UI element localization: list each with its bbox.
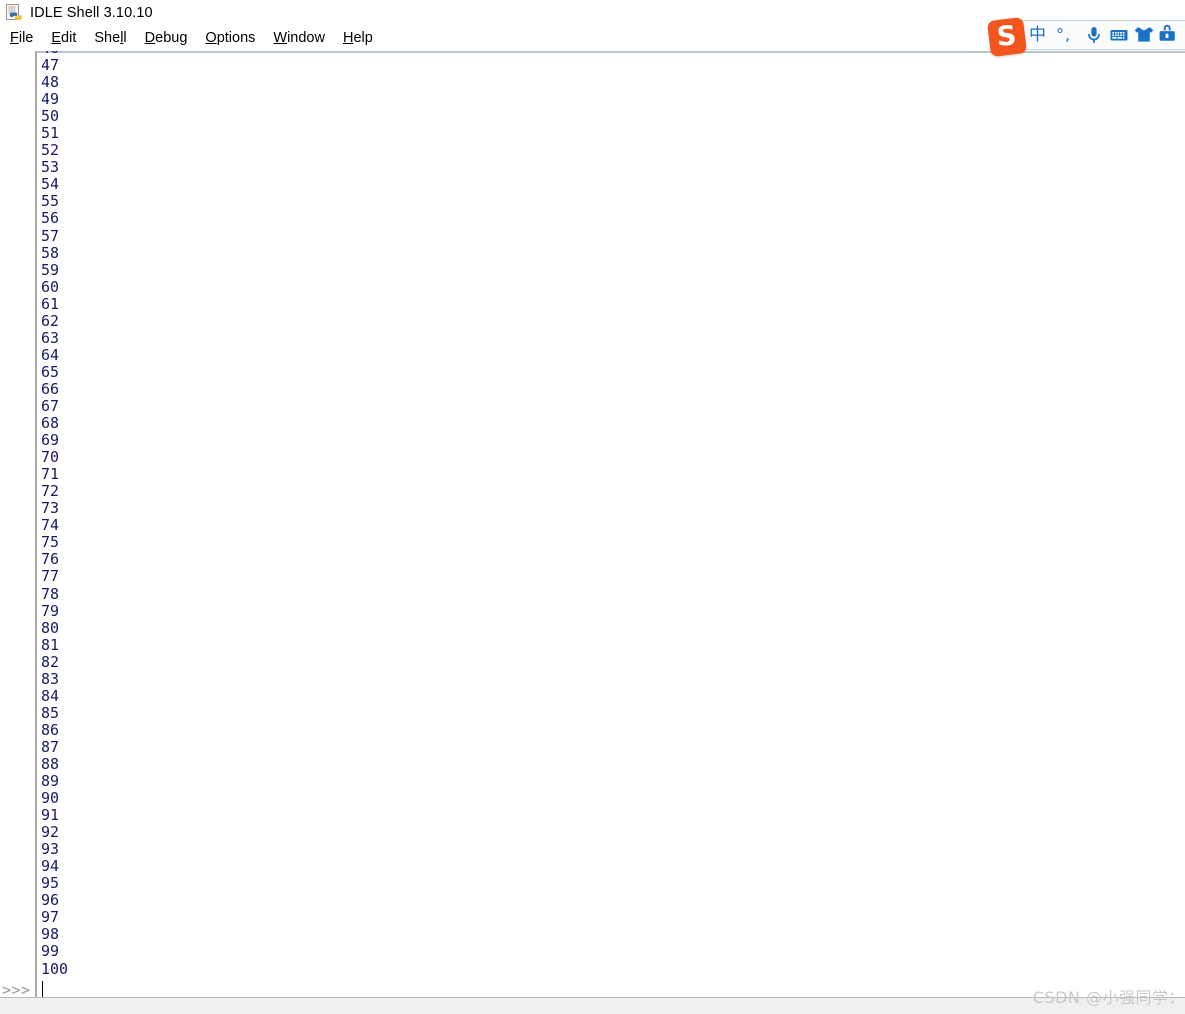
shell-output-line: 63: [41, 328, 60, 347]
python-file-icon: [5, 4, 23, 22]
shell-output-line: 88: [41, 754, 60, 773]
shell-output: 4647484950515253545556575859606162636465…: [41, 51, 1141, 978]
shell-output-line: 62: [41, 311, 60, 330]
menu-options[interactable]: Options: [196, 26, 264, 51]
menu-file-label: ile: [18, 30, 34, 46]
shell-output-line: 75: [41, 533, 60, 552]
shell-output-line: 69: [41, 431, 60, 450]
shell-output-line: 93: [41, 840, 60, 859]
shell-output-line: 61: [41, 294, 60, 313]
menu-debug-mnemonic: D: [144, 30, 156, 46]
shell-output-line: 87: [41, 737, 60, 756]
shell-output-line: 60: [41, 277, 60, 296]
menu-debug-label: ebug: [155, 30, 188, 46]
shell-output-line: 78: [41, 584, 60, 603]
menu-window-label: indow: [287, 30, 325, 46]
shell-output-line: 90: [41, 789, 60, 808]
sogou-logo-letter: S: [996, 19, 1018, 53]
shell-output-line: 98: [41, 925, 60, 944]
menu-edit-mnemonic: E: [51, 30, 62, 46]
shell-output-line: 81: [41, 635, 60, 654]
shell-output-line: 65: [41, 362, 60, 381]
menu-edit[interactable]: Edit: [42, 26, 85, 51]
shell-output-line: 79: [41, 601, 60, 620]
menu-help[interactable]: Help: [334, 26, 382, 51]
menu-file[interactable]: File: [0, 26, 42, 51]
shell-output-line: 47: [41, 56, 60, 75]
menu-debug[interactable]: Debug: [136, 26, 197, 51]
menu-window[interactable]: Window: [264, 26, 334, 51]
skin-icon[interactable]: [1133, 22, 1155, 48]
shell-output-line: 82: [41, 652, 60, 671]
shell-output-line: 97: [41, 908, 60, 927]
menu-options-mnemonic: O: [205, 30, 217, 46]
shell-output-line: 64: [41, 345, 60, 364]
shell-gutter-divider: [35, 51, 37, 997]
window-title: IDLE Shell 3.10.10: [30, 5, 153, 21]
shell-output-line: 67: [41, 396, 60, 415]
shell-output-line: 58: [41, 243, 60, 262]
status-bar: [0, 997, 1185, 1014]
shell-prompt: >>>: [2, 980, 31, 997]
shell-output-line: 94: [41, 857, 60, 876]
shell-output-line: 80: [41, 618, 60, 637]
toolbox-icon[interactable]: [1158, 22, 1176, 48]
punctuation-mode-icon[interactable]: °,: [1056, 22, 1080, 48]
voice-input-icon[interactable]: [1083, 22, 1105, 48]
shell-output-line: 48: [41, 73, 60, 92]
shell-output-line: 70: [41, 448, 60, 467]
shell-output-line: 84: [41, 686, 60, 705]
sogou-logo-icon[interactable]: S: [986, 16, 1028, 58]
chinese-mode-icon[interactable]: 中: [1029, 22, 1053, 48]
text-caret: [42, 981, 43, 997]
shell-output-line: 74: [41, 516, 60, 535]
shell-output-line: 83: [41, 669, 60, 688]
shell-output-line: 73: [41, 499, 60, 518]
chinese-mode-glyph: 中: [1029, 24, 1046, 45]
shell-output-line: 56: [41, 209, 60, 228]
shell-output-line: 57: [41, 226, 60, 245]
shell-output-line: 66: [41, 379, 60, 398]
menu-shell[interactable]: Shell: [85, 26, 135, 51]
shell-output-line: 72: [41, 482, 60, 501]
menu-shell-label-post: l: [123, 30, 127, 46]
menu-file-mnemonic: F: [10, 30, 19, 46]
shell-text-area[interactable]: 4647484950515253545556575859606162636465…: [0, 51, 1185, 997]
soft-keyboard-icon[interactable]: [1108, 22, 1130, 48]
shell-output-line: 55: [41, 192, 60, 211]
shell-output-line: 51: [41, 124, 60, 143]
shell-output-line: 68: [41, 414, 60, 433]
shell-output-line: 59: [41, 260, 60, 279]
menu-edit-label: dit: [61, 30, 77, 46]
idle-shell-window: IDLE Shell 3.10.10 File Edit Shell Debug…: [0, 0, 1185, 1014]
shell-output-line: 100: [41, 959, 69, 978]
menu-window-mnemonic: W: [273, 30, 288, 46]
punctuation-mode-glyph: °,: [1056, 25, 1072, 44]
shell-output-line: 95: [41, 874, 60, 893]
shell-output-line: 77: [41, 567, 60, 586]
shell-output-line: 99: [41, 942, 60, 961]
shell-output-line: 76: [41, 550, 60, 569]
sogou-pinyin-toolbar[interactable]: S 中 °,: [986, 16, 1185, 58]
shell-output-line: 71: [41, 465, 60, 484]
shell-output-line: 85: [41, 703, 60, 722]
shell-prompt-row: >>>: [0, 981, 1185, 997]
shell-output-line: 91: [41, 806, 60, 825]
shell-output-line: 89: [41, 772, 60, 791]
menu-help-mnemonic: H: [342, 30, 354, 46]
shell-output-line: 96: [41, 891, 60, 910]
shell-output-line: 54: [41, 175, 60, 194]
shell-output-line: 50: [41, 107, 60, 126]
shell-output-line: 86: [41, 720, 60, 739]
shell-output-line: 49: [41, 90, 60, 109]
csdn-watermark: CSDN @小强同学：: [1032, 988, 1185, 1007]
menu-options-label: ptions: [216, 30, 256, 46]
menu-help-label: elp: [353, 30, 373, 46]
shell-output-line: 53: [41, 158, 60, 177]
shell-output-line: 92: [41, 823, 60, 842]
menu-shell-label-pre: She: [94, 30, 121, 46]
shell-output-line: 52: [41, 141, 60, 160]
